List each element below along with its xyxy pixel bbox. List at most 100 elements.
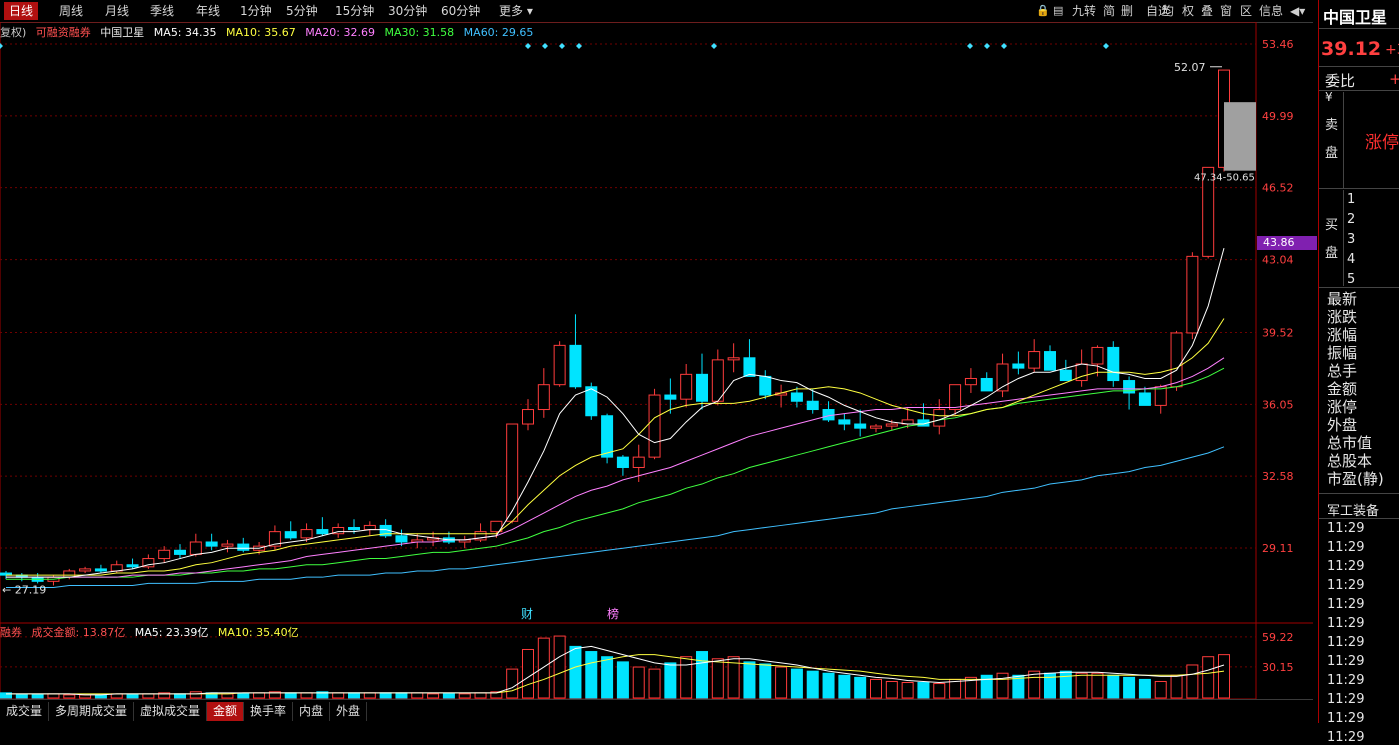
tick-time: 11:29 xyxy=(1327,673,1365,688)
quote-label-10: 市盈(静) xyxy=(1327,470,1384,488)
ma5-line xyxy=(6,247,1225,578)
volume-bar xyxy=(126,694,139,699)
layout-icon[interactable]: ▤ xyxy=(1053,3,1063,19)
tool-5[interactable]: 权 xyxy=(1182,3,1194,19)
price-axis-label: 49.99 xyxy=(1262,110,1294,123)
legend-ma5: MA5: 34.35 xyxy=(153,26,217,39)
candle-down xyxy=(664,394,677,400)
bottom-tab-1[interactable]: 多周期成交量 xyxy=(49,702,135,721)
volume-axis-label: 59.22 xyxy=(1262,631,1294,644)
volume-bar xyxy=(522,648,534,699)
period-tab-0[interactable]: 日线 xyxy=(4,2,39,20)
tool-7[interactable]: 窗 xyxy=(1220,3,1232,19)
volume-bar xyxy=(743,661,756,699)
candle-down xyxy=(126,564,139,568)
period-tab-8[interactable]: 30分钟 xyxy=(383,2,432,20)
buy-level-5: 5 xyxy=(1347,272,1356,287)
buy-level-3: 3 xyxy=(1347,232,1356,247)
ma-legend: 复权) 可融资融券 中国卫星 MA5: 34.35 MA10: 35.67 MA… xyxy=(0,25,539,41)
volume-bar xyxy=(63,694,76,699)
candle-down xyxy=(569,344,582,388)
volume-bar xyxy=(854,676,867,699)
volume-bar xyxy=(174,693,186,699)
volume-bar xyxy=(1123,676,1136,699)
high-price-label: 52.07 xyxy=(1174,61,1206,74)
legend-ma60: MA60: 29.65 xyxy=(463,26,534,39)
candle-down xyxy=(94,568,107,572)
bottom-tab-5[interactable]: 内盘 xyxy=(293,702,331,721)
volume-bar xyxy=(458,693,471,699)
lock-icon[interactable]: 🔒 xyxy=(1036,3,1050,19)
period-tab-5[interactable]: 1分钟 xyxy=(235,2,277,20)
tool-6[interactable]: 叠 xyxy=(1201,3,1213,19)
indicator-tabs: 成交量 多周期成交量 虚拟成交量 金额 换手率 内盘 外盘 xyxy=(0,699,1313,724)
collapse-arrow-icon[interactable]: ◀▾ xyxy=(1290,3,1305,19)
candle-up xyxy=(221,543,234,547)
volume-bar xyxy=(348,692,360,699)
vol-legend-ma5: MA5: 23.39亿 xyxy=(134,626,209,639)
period-tab-6[interactable]: 5分钟 xyxy=(281,2,323,20)
volume-bar xyxy=(284,692,297,699)
candle-down xyxy=(395,535,408,543)
volume-bar xyxy=(1059,670,1072,699)
period-tab-1[interactable]: 周线 xyxy=(54,2,88,20)
period-tab-9[interactable]: 60分钟 xyxy=(436,2,485,20)
tool-1[interactable]: 简 xyxy=(1103,3,1115,19)
volume-bar xyxy=(601,656,614,699)
volume-bar xyxy=(996,672,1009,699)
volume-bar xyxy=(1138,678,1151,699)
volume-bar xyxy=(506,668,519,699)
volume-bar xyxy=(648,668,661,699)
candle-down xyxy=(1012,363,1025,369)
tool-0[interactable]: 九转 xyxy=(1072,3,1096,19)
bottom-tab-4[interactable]: 换手率 xyxy=(244,702,294,721)
candle-down xyxy=(316,529,329,535)
vol-legend-prefix: 融券 xyxy=(0,626,22,639)
tool-9[interactable]: 信息 xyxy=(1259,3,1283,19)
volume-bar xyxy=(411,692,424,699)
volume-bar xyxy=(1186,664,1199,699)
vol-legend-ma10: MA10: 35.40亿 xyxy=(217,626,299,639)
volume-bar xyxy=(237,693,250,699)
volume-bar xyxy=(427,693,440,699)
tick-time: 11:29 xyxy=(1327,559,1365,574)
volume-bar xyxy=(585,651,598,699)
tool-2[interactable]: 删 xyxy=(1121,3,1133,19)
period-tab-2[interactable]: 月线 xyxy=(100,2,134,20)
volume-bar xyxy=(1154,680,1167,699)
kline-chart[interactable]: 53.46 49.99 46.52 43.04 39.52 36.05 32.58 29.11… xyxy=(0,22,1313,699)
bottom-tab-6[interactable]: 外盘 xyxy=(330,702,368,721)
period-tab-4[interactable]: 年线 xyxy=(191,2,225,20)
volume-bar xyxy=(221,693,234,699)
margin-tag[interactable]: 可融资融券 xyxy=(36,26,91,39)
volume-bar xyxy=(1170,674,1183,699)
volume-bar xyxy=(474,692,487,699)
period-tab-7[interactable]: 15分钟 xyxy=(330,2,379,20)
volume-bar xyxy=(1075,672,1088,699)
bottom-tab-2[interactable]: 虚拟成交量 xyxy=(134,702,208,721)
candle-up xyxy=(363,524,376,531)
candle-up xyxy=(933,409,946,427)
candle-up xyxy=(300,529,313,539)
period-tab-3[interactable]: 季线 xyxy=(145,2,179,20)
margin-marker-icon xyxy=(559,43,565,49)
tool-8[interactable]: 区 xyxy=(1240,3,1252,19)
candle-up xyxy=(158,549,171,560)
buy-level-1: 1 xyxy=(1347,192,1356,207)
candle-down xyxy=(1107,346,1120,382)
tool-4[interactable]: 均 xyxy=(1162,3,1174,19)
bottom-tab-3[interactable]: 金额 xyxy=(207,702,245,721)
legend-stock-name: 中国卫星 xyxy=(100,26,145,39)
volume-bar xyxy=(759,663,772,699)
price-axis-label: 39.52 xyxy=(1262,327,1294,340)
volume-bar xyxy=(1107,674,1120,699)
volume-bar xyxy=(15,694,28,699)
candle-up xyxy=(964,377,977,386)
tick-time: 11:29 xyxy=(1327,730,1365,745)
candle-up xyxy=(632,456,645,468)
candle-down xyxy=(237,543,250,551)
stock-title: 中国卫星 xyxy=(1323,8,1388,27)
bottom-tab-0[interactable]: 成交量 xyxy=(0,702,50,721)
sector-name[interactable]: 军工装备 xyxy=(1327,500,1379,519)
period-tab-10[interactable]: 更多 ▾ xyxy=(494,2,538,20)
